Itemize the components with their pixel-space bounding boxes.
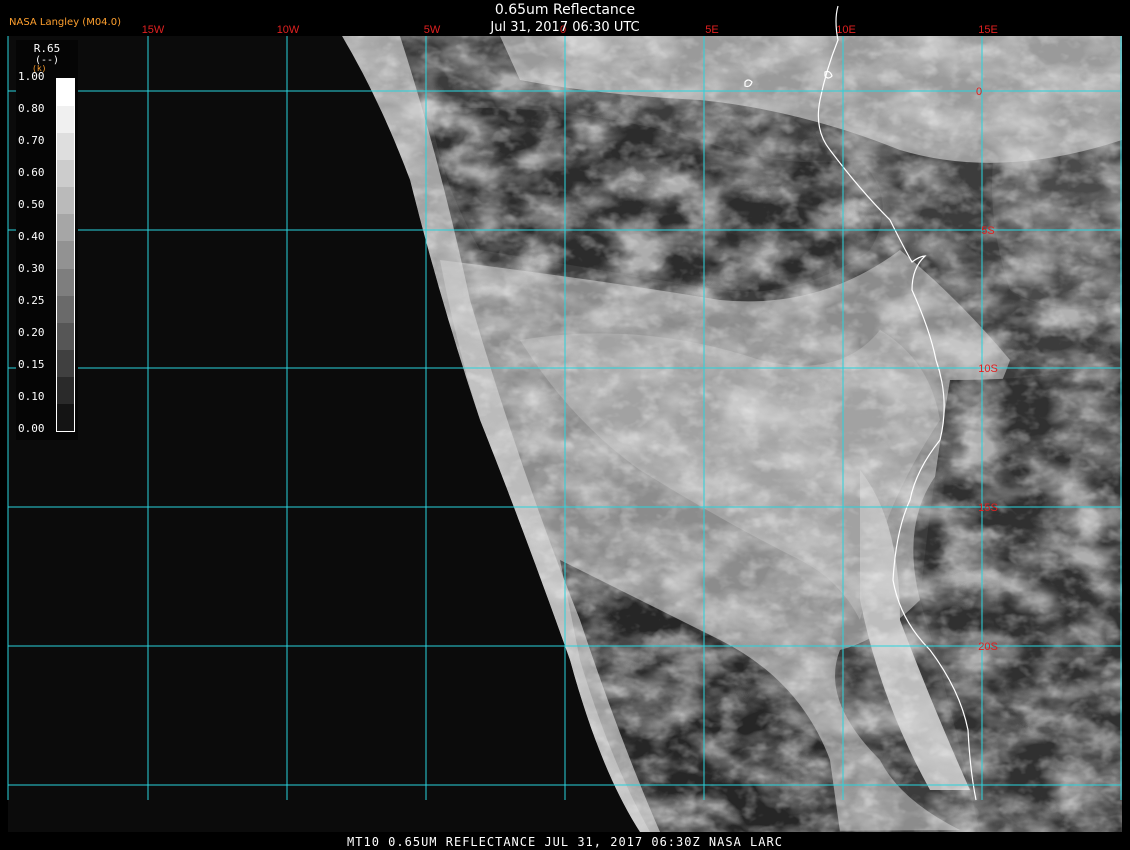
colorbar-step — [57, 133, 74, 161]
legend-tick-label: 0.10 — [18, 390, 45, 403]
legend-tick-label: 0.60 — [18, 166, 45, 179]
legend-tick-label: 0.70 — [18, 134, 45, 147]
satellite-map: 15W 10W 5W 0 5E 10E 15E 0 5S 10S 15S 20S — [7, 5, 1122, 832]
legend-variable-name: R.65 — [33, 42, 61, 55]
legend-colorbar — [56, 78, 75, 432]
map-timestamp: Jul 31, 2017 06:30 UTC — [490, 20, 640, 35]
colorbar-step — [57, 268, 74, 297]
legend-tick-label: 0.25 — [18, 294, 45, 307]
lat-label: 20S — [978, 641, 998, 653]
colorbar-step — [57, 160, 74, 188]
legend-tick-label: 0.50 — [18, 198, 45, 211]
footer-caption: MT10 0.65UM REFLECTANCE JUL 31, 2017 06:… — [347, 835, 783, 849]
legend-unit: (--) — [34, 55, 60, 66]
colorbar-step — [57, 241, 74, 270]
legend-tick-label: 1.00 — [18, 70, 45, 83]
map-title: 0.65um Reflectance — [494, 2, 636, 18]
color-legend: R.65 (--) (k) 1.00 0.80 0.70 0.60 0.50 0.40 0.… — [16, 40, 78, 440]
legend-tick-label: 0.30 — [18, 262, 45, 275]
lat-label: 10S — [978, 363, 998, 375]
colorbar-step — [57, 187, 74, 215]
colorbar-step — [57, 79, 74, 107]
legend-tick-label: 0.40 — [18, 230, 45, 243]
lat-label: 0 — [976, 86, 982, 98]
colorbar-step — [57, 349, 74, 378]
colorbar-step — [57, 295, 74, 324]
legend-tick-label: 0.15 — [18, 358, 45, 371]
legend-tick-label: 0.00 — [18, 422, 45, 435]
legend-tick-label: 0.20 — [18, 326, 45, 339]
colorbar-step — [57, 403, 74, 432]
colorbar-step — [57, 214, 74, 242]
colorbar-step — [57, 322, 74, 351]
colorbar-step — [57, 376, 74, 405]
colorbar-step — [57, 106, 74, 134]
legend-tick-label: 0.80 — [18, 102, 45, 115]
lat-label: 5S — [981, 225, 994, 237]
lat-label: 15S — [978, 502, 998, 514]
